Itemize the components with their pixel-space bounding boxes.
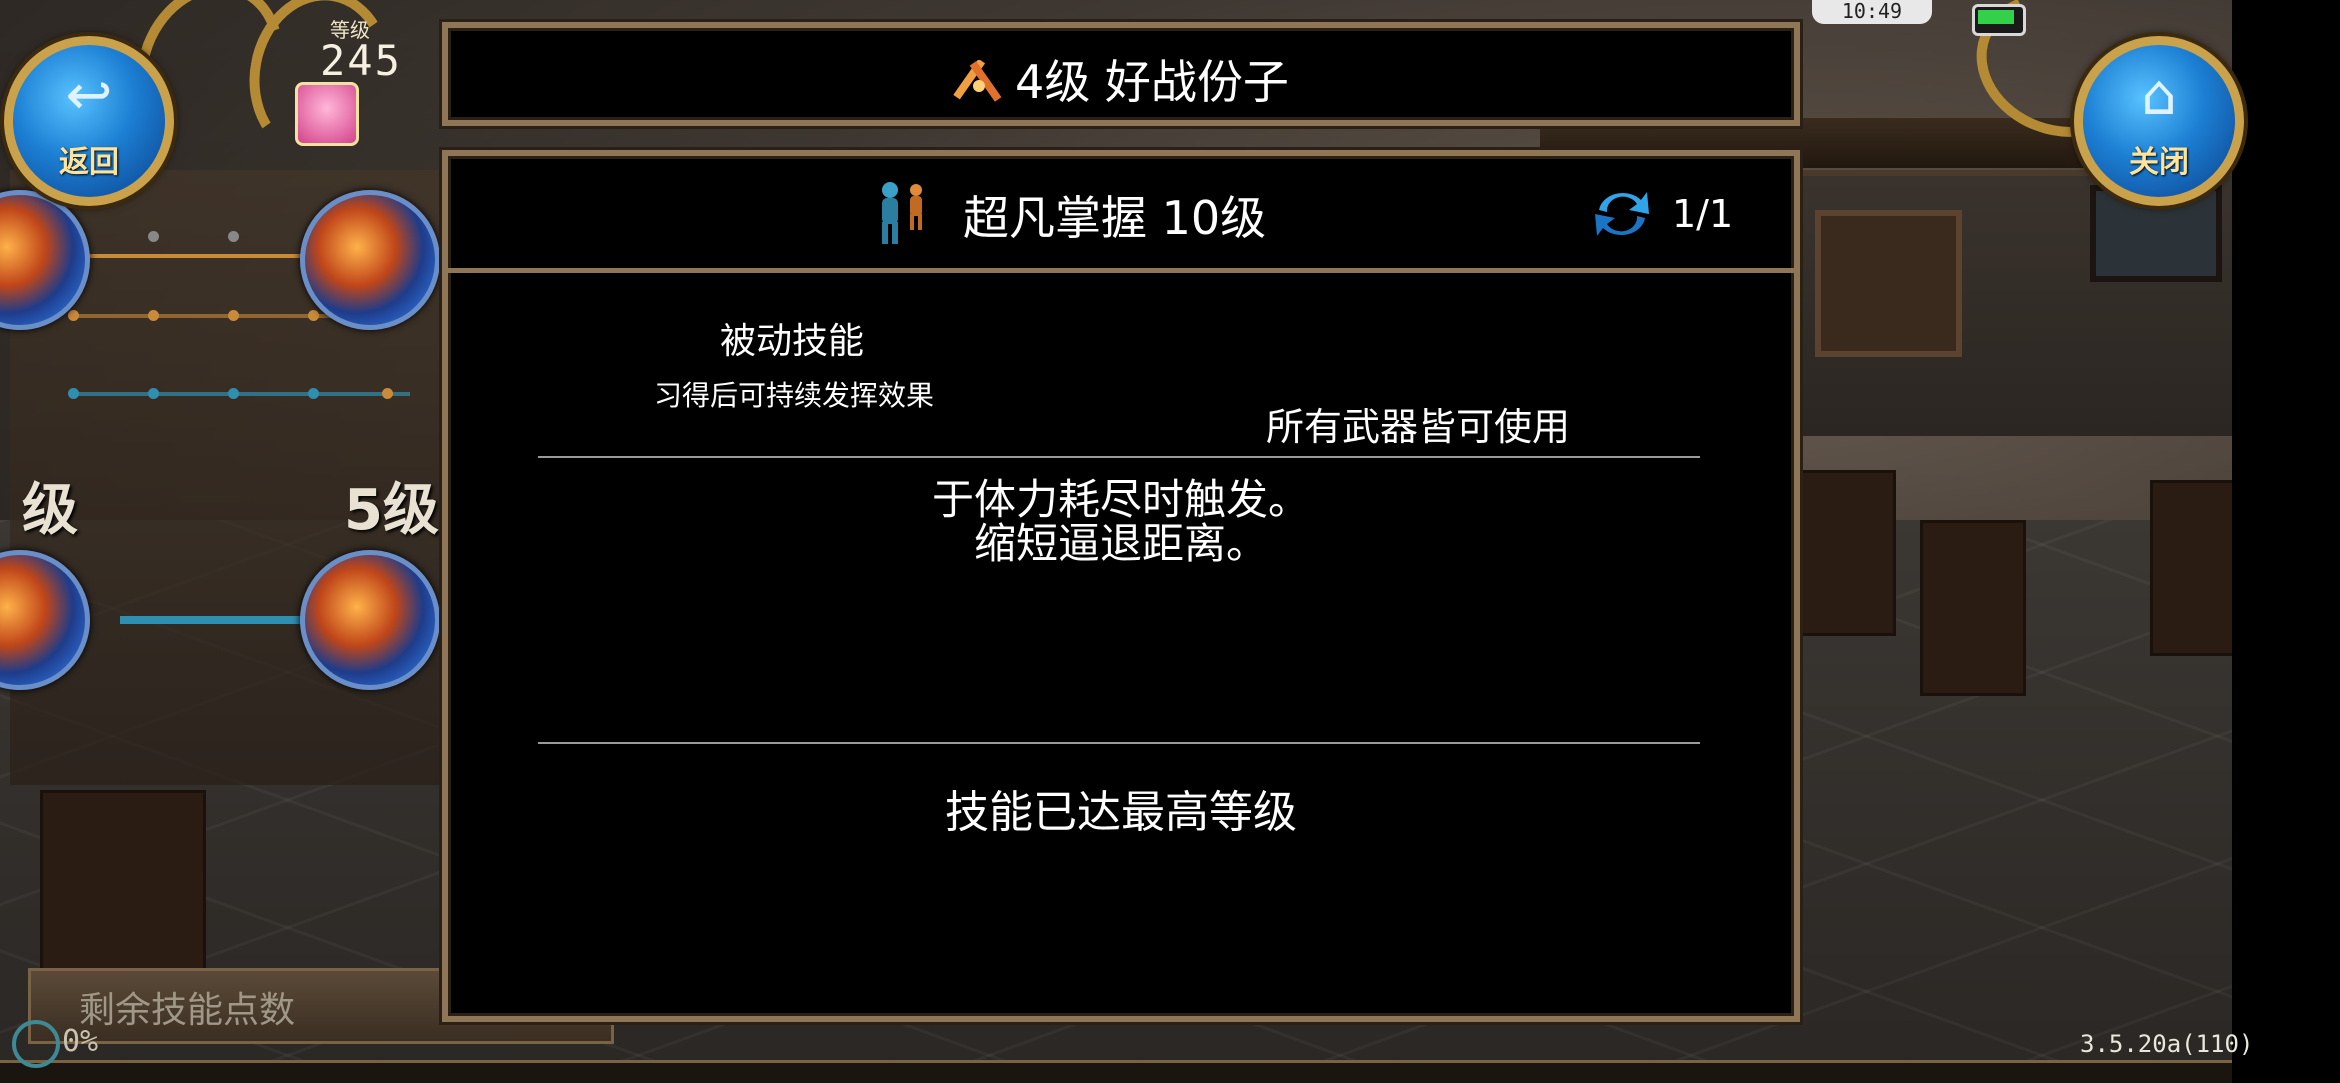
skill-effect-line: 缩短逼退距离。 (973, 519, 1268, 568)
skill-effect: 于体力耗尽时触发。 缩短逼退距离。 (448, 478, 1794, 566)
tree-dot (382, 388, 393, 399)
tree-dot (228, 310, 239, 321)
skill-node-boot[interactable] (0, 550, 90, 690)
chair (1800, 470, 1896, 636)
close-button[interactable]: ⌂ 关闭 (2074, 36, 2244, 206)
skill-effect-line: 于体力耗尽时触发。 (931, 475, 1310, 524)
tree-dot (68, 388, 79, 399)
title-frame: 4级 好战份子 (442, 22, 1800, 126)
tree-dot (228, 388, 239, 399)
home-icon: ⌂ (2141, 63, 2177, 128)
version-label: 3.5.20a(110) (2080, 1030, 2254, 1058)
tree-dot (308, 388, 319, 399)
divider (538, 456, 1700, 458)
xp-percent: 0% (62, 1024, 99, 1059)
chair (40, 790, 206, 976)
tree-dot (228, 231, 239, 242)
crossed-swords-icon (953, 59, 1002, 102)
tree-connector (70, 392, 410, 396)
back-button[interactable]: ↩ 返回 (4, 36, 174, 206)
notice-board (1815, 210, 1962, 357)
title-text: 4级 好战份子 (1015, 55, 1289, 109)
skill-node-sword[interactable] (0, 190, 90, 330)
skill-node-target[interactable] (300, 550, 440, 690)
back-arrow-icon: ↩ (65, 63, 113, 128)
weapon-requirement: 所有武器皆可使用 (1266, 405, 1571, 449)
skill-type-description: 习得后可持续发挥效果 (654, 379, 935, 412)
battery-icon (1972, 4, 2026, 36)
gift-icon[interactable] (295, 82, 359, 146)
skill-header: 超凡掌握 10级 1/1 (448, 156, 1794, 273)
tree-dot (308, 310, 319, 321)
tree-level-label: 5级 (344, 478, 439, 543)
refresh-icon[interactable] (1591, 186, 1653, 242)
back-button-label: 返回 (59, 145, 119, 180)
divider (538, 742, 1700, 744)
character-class-icon (882, 182, 922, 244)
tree-level-label: 级 (22, 478, 78, 543)
skill-tree-panel: 级 5级 (0, 170, 440, 785)
remaining-points-label: 剩余技能点数 (79, 990, 296, 1031)
max-level-notice: 技能已达最高等级 (945, 787, 1297, 838)
skill-name: 超凡掌握 10级 (963, 191, 1267, 245)
tree-dot (148, 231, 159, 242)
skill-type: 被动技能 (720, 321, 865, 362)
tree-dot (148, 310, 159, 321)
chair (1920, 520, 2026, 696)
title-row: 4级 好战份子 (448, 46, 1794, 112)
chair (2150, 480, 2232, 656)
tree-dot (148, 388, 159, 399)
close-button-label: 关闭 (2129, 145, 2189, 180)
player-level: 245 (320, 36, 402, 85)
status-clock: 10:49 (1812, 0, 1932, 24)
skill-node-burst[interactable] (300, 190, 440, 330)
skill-detail-dialog: 超凡掌握 10级 1/1 被动技能 习得后可持续发挥效果 所有武器皆可使用 于体… (442, 150, 1800, 1022)
xp-ring-icon (12, 1020, 60, 1068)
page-counter: 1/1 (1672, 192, 1734, 236)
tree-dot (68, 310, 79, 321)
